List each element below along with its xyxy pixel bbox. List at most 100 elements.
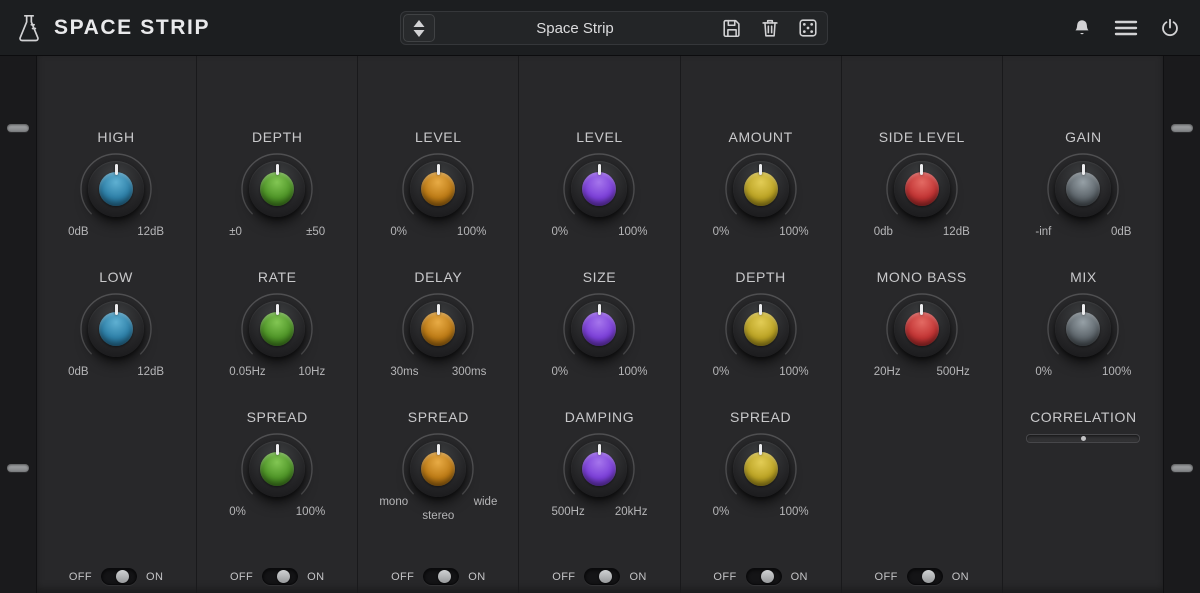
knob-label: SPREAD	[681, 408, 841, 426]
knob-range: ±0±50	[229, 226, 325, 238]
bypass-toggle[interactable]	[101, 568, 137, 585]
knob-pointer	[437, 444, 440, 455]
delete-preset-button[interactable]	[751, 12, 789, 44]
knob-min-label: 0%	[551, 366, 568, 378]
save-button[interactable]	[713, 12, 751, 44]
bypass-toggle[interactable]	[746, 568, 782, 585]
knob-cap	[744, 452, 778, 486]
module-ensemble: AMOUNT 0%100% DEPTH 0%100% SPREAD 0%100% OFFON…	[681, 56, 842, 593]
preset-spinner-button[interactable]	[403, 14, 435, 42]
preset-bar: Space Strip	[400, 11, 828, 45]
knob-high[interactable]	[88, 161, 144, 217]
toggle-on-label: ON	[791, 571, 808, 583]
knob-min-label: 500Hz	[551, 506, 584, 518]
bypass-toggle-row: OFFON	[197, 568, 357, 585]
bypass-toggle-row: OFFON	[681, 568, 841, 585]
bypass-toggle[interactable]	[262, 568, 298, 585]
knob-pointer	[115, 164, 118, 175]
knob-range: 0%100%	[713, 366, 809, 378]
knob-pointer	[920, 304, 923, 315]
knob-pointer	[276, 304, 279, 315]
module-vibe: DEPTH±0±50RATE0.05Hz10HzSPREAD0%100%OFFO…	[197, 56, 358, 593]
rack-slot	[1171, 464, 1193, 472]
top-bar: SPACE STRIP Space Strip	[0, 0, 1200, 56]
knob-pointer	[115, 304, 118, 315]
bypass-toggle[interactable]	[584, 568, 620, 585]
knob-min-label: 0db	[874, 226, 893, 238]
knob-label: DEPTH	[681, 268, 841, 286]
rack-slot	[7, 124, 29, 132]
knob-cap	[1066, 172, 1100, 206]
knob-min-label: 0%	[1035, 366, 1052, 378]
menu-button[interactable]	[1108, 10, 1144, 46]
hamburger-menu-icon	[1113, 17, 1139, 39]
dice-icon	[797, 17, 819, 39]
knob-label: DAMPING	[519, 408, 679, 426]
knob-mix[interactable]	[1055, 301, 1111, 357]
power-icon	[1159, 17, 1181, 39]
toggle-thumb	[277, 570, 290, 583]
knob-range: 0%100%	[713, 226, 809, 238]
knob-min-label: 0%	[551, 226, 568, 238]
knob-label: AMOUNT	[681, 128, 841, 146]
module-ambience: LEVEL0%100%SIZE0%100%DAMPING500Hz20kHzOF…	[519, 56, 680, 593]
knob-label: HIGH	[36, 128, 196, 146]
bypass-toggle[interactable]	[907, 568, 943, 585]
module-contour: HIGH0dB12dBLOW0dB12dBOFFONCONTOUR	[36, 56, 197, 593]
knob-depth[interactable]	[733, 301, 789, 357]
knob-gain[interactable]	[1055, 161, 1111, 217]
knob-cap	[99, 172, 133, 206]
knob-range: 0%100%	[1035, 366, 1131, 378]
flask-logo-icon	[14, 13, 44, 43]
knob-max-label: 0dB	[1111, 226, 1131, 238]
knob-cap	[744, 172, 778, 206]
knob-cap	[905, 172, 939, 206]
knob-amount[interactable]	[733, 161, 789, 217]
bypass-toggle-row: OFFON	[36, 568, 196, 585]
knob-delay[interactable]	[410, 301, 466, 357]
knob-min-label: ±0	[229, 226, 242, 238]
knob-range: 0%100%	[713, 506, 809, 518]
knob-pointer	[920, 164, 923, 175]
toggle-thumb	[116, 570, 129, 583]
knob-low[interactable]	[88, 301, 144, 357]
knob-min-label: 0%	[390, 226, 407, 238]
knob-cap	[582, 452, 616, 486]
knob-cap	[260, 172, 294, 206]
knob-mono-bass[interactable]	[894, 301, 950, 357]
toggle-on-label: ON	[468, 571, 485, 583]
knob-rate[interactable]	[249, 301, 305, 357]
knob-cap	[744, 312, 778, 346]
knob-label: SPREAD	[358, 408, 518, 426]
knob-max-label: 300ms	[452, 366, 487, 378]
toggle-off-label: OFF	[875, 571, 898, 583]
knob-side-level[interactable]	[894, 161, 950, 217]
bypass-toggle[interactable]	[423, 568, 459, 585]
knob-pointer	[759, 304, 762, 315]
knob-label: GAIN	[1003, 128, 1164, 146]
knob-range: 0.05Hz10Hz	[229, 366, 325, 378]
knob-min-label: 0dB	[68, 226, 88, 238]
notifications-button[interactable]	[1064, 10, 1100, 46]
power-button[interactable]	[1152, 10, 1188, 46]
knob-range: 0%100%	[551, 226, 647, 238]
knob-range: 0db12dB	[874, 226, 970, 238]
knob-max-label: 500Hz	[937, 366, 970, 378]
knob-spread[interactable]	[733, 441, 789, 497]
knob-depth[interactable]	[249, 161, 305, 217]
knob-spread[interactable]	[249, 441, 305, 497]
knob-pointer	[1082, 304, 1085, 315]
knob-level[interactable]	[410, 161, 466, 217]
bypass-toggle-row: OFFON	[358, 568, 518, 585]
knob-pointer	[276, 444, 279, 455]
window-controls	[1064, 0, 1188, 56]
toggle-thumb	[761, 570, 774, 583]
knob-cap	[421, 452, 455, 486]
knob-label: LOW	[36, 268, 196, 286]
knob-spread[interactable]	[410, 441, 466, 497]
module-master: GAIN-inf0dBMIX0%100%CORRELATIONMASTER	[1003, 56, 1164, 593]
knob-max-label: 100%	[779, 366, 808, 378]
random-preset-button[interactable]	[789, 12, 827, 44]
knob-range: -inf0dB	[1035, 226, 1131, 238]
preset-name[interactable]: Space Strip	[437, 20, 713, 37]
